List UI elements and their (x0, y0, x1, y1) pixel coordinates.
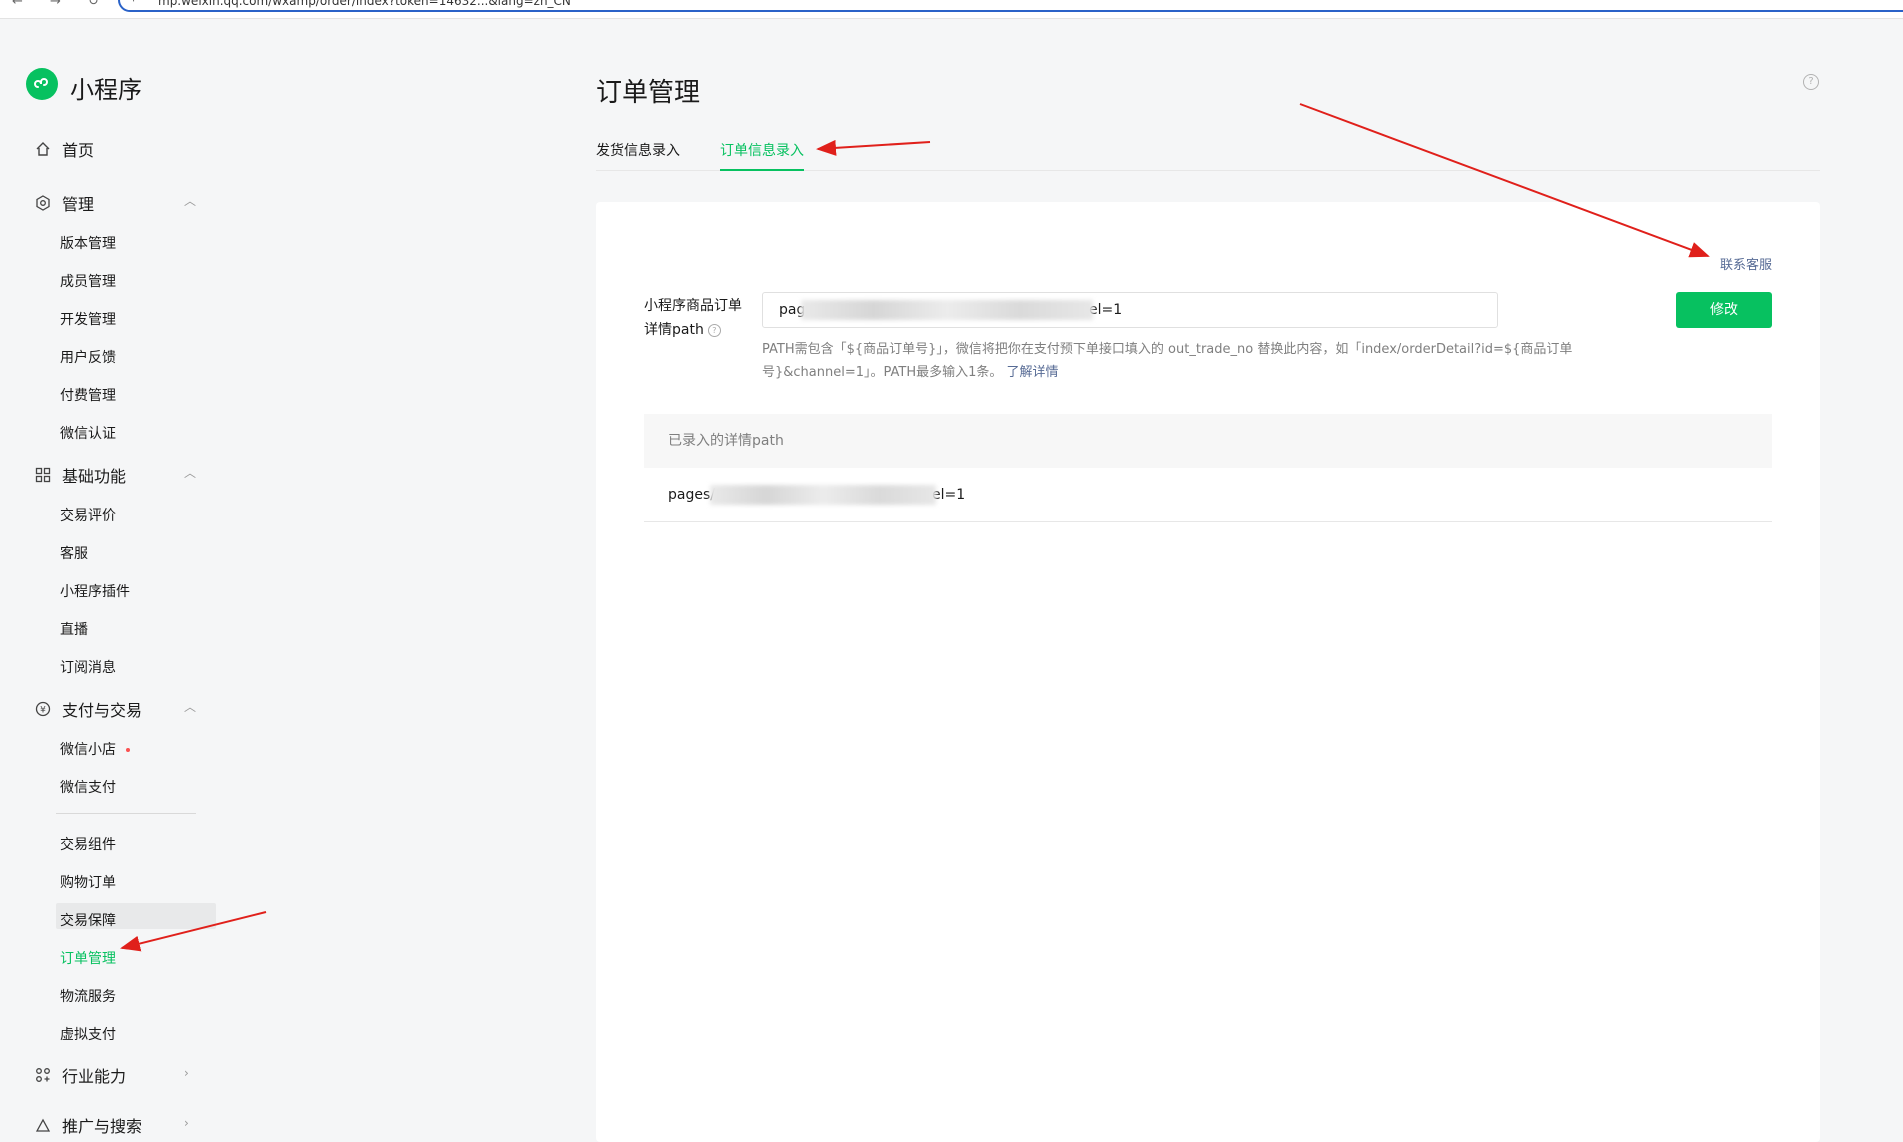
new-dot-badge (126, 748, 130, 752)
forward-icon[interactable]: → (50, 0, 61, 9)
redacted-blur (710, 485, 936, 505)
sidebar-group-label: 支付与交易 (62, 701, 143, 720)
tab-shipping-info[interactable]: 发货信息录入 (596, 140, 680, 169)
path-field-label-text: 小程序商品订单详情path (644, 298, 742, 338)
sidebar-group-basic[interactable]: 基础功能 (34, 463, 126, 487)
address-bar[interactable]: ⚲ mp.weixin.qq.com/wxamp/order/index?tok… (118, 0, 1903, 12)
chevron-right-icon[interactable]: › (184, 1066, 194, 1080)
chevron-up-icon[interactable]: ︿ (184, 464, 196, 480)
grid-icon (34, 466, 52, 484)
sidebar-item-trade-guarantee[interactable]: 交易保障 (60, 910, 116, 930)
sidebar-item-subscribe-msg[interactable]: 订阅消息 (60, 657, 116, 677)
tab-order-info[interactable]: 订单信息录入 (720, 140, 804, 171)
sidebar-group-industry[interactable]: 行业能力 (34, 1063, 126, 1087)
path-field-label: 小程序商品订单详情path? (644, 294, 754, 342)
question-icon[interactable]: ? (707, 323, 721, 337)
industry-icon (34, 1066, 52, 1084)
sidebar-item-wechat-pay[interactable]: 微信支付 (60, 777, 116, 797)
back-icon[interactable]: ← (12, 0, 23, 9)
sidebar-group-promotion[interactable]: 推广与搜索 (34, 1113, 142, 1137)
sidebar-group-label: 基础功能 (62, 467, 127, 486)
content-card: 联系客服 小程序商品订单详情path? pag el=1 修改 PATH需包含「… (596, 202, 1820, 1142)
sidebar-item-home[interactable]: 首页 (34, 137, 94, 161)
sidebar-item-version[interactable]: 版本管理 (60, 233, 116, 253)
sidebar-item-feedback[interactable]: 用户反馈 (60, 347, 116, 367)
sidebar-group-label: 推广与搜索 (62, 1117, 143, 1136)
chevron-right-icon[interactable]: › (184, 1116, 194, 1130)
path-list-header: 已录入的详情path (644, 414, 1772, 468)
path-row-prefix: pages/ (668, 487, 715, 503)
settings-icon (34, 194, 52, 212)
sidebar-group-label: 行业能力 (62, 1067, 127, 1086)
sidebar-item-virtual-pay[interactable]: 虚拟支付 (60, 1024, 116, 1044)
sidebar-item-label: 微信小店 (60, 742, 116, 758)
promotion-icon (34, 1116, 52, 1134)
yuan-icon: ¥ (34, 700, 52, 718)
sidebar-divider (56, 813, 196, 814)
table-row: pages/ el=1 (644, 468, 1772, 522)
sidebar-group-label: 管理 (62, 195, 95, 214)
detail-path-input[interactable]: pag el=1 (762, 292, 1498, 328)
chevron-up-icon[interactable]: ︿ (184, 192, 196, 208)
learn-more-link[interactable]: 了解详情 (1007, 365, 1059, 380)
sidebar-item-logistics[interactable]: 物流服务 (60, 986, 116, 1006)
site-info-icon[interactable]: ⚲ (130, 0, 137, 3)
sidebar-item-reviews[interactable]: 交易评价 (60, 505, 116, 525)
sidebar-group-payment[interactable]: ¥ 支付与交易 (34, 697, 142, 721)
sidebar-group-manage[interactable]: 管理 (34, 191, 94, 215)
miniprogram-logo-icon (26, 68, 58, 100)
sidebar-item-label: 首页 (62, 141, 95, 160)
sidebar-item-order-management[interactable]: 订单管理 (60, 948, 116, 968)
url-text: mp.weixin.qq.com/wxamp/order/index?token… (158, 0, 571, 8)
modify-button[interactable]: 修改 (1676, 292, 1772, 328)
sidebar-item-trade-component[interactable]: 交易组件 (60, 834, 116, 854)
sidebar-item-shopping-orders[interactable]: 购物订单 (60, 872, 116, 892)
sidebar-item-plugins[interactable]: 小程序插件 (60, 581, 130, 601)
sidebar-item-wechat-shop[interactable]: 微信小店 (60, 739, 130, 759)
svg-text:¥: ¥ (40, 706, 46, 716)
contact-support-link[interactable]: 联系客服 (1720, 254, 1772, 273)
browser-toolbar: ← → ↻ ⚲ mp.weixin.qq.com/wxamp/order/ind… (0, 0, 1903, 19)
app-name: 小程序 (70, 76, 142, 104)
reload-icon[interactable]: ↻ (88, 0, 99, 9)
sidebar-item-verification[interactable]: 微信认证 (60, 423, 116, 443)
sidebar-item-dev[interactable]: 开发管理 (60, 309, 116, 329)
tab-bar: 发货信息录入 订单信息录入 (596, 140, 1820, 171)
sidebar-item-live[interactable]: 直播 (60, 619, 88, 639)
path-row-suffix: el=1 (932, 487, 966, 503)
path-hint: PATH需包含「${商品订单号}」，微信将把你在支付预下单接口填入的 out_t… (762, 338, 1642, 384)
sidebar-item-members[interactable]: 成员管理 (60, 271, 116, 291)
page-title: 订单管理 (596, 78, 701, 108)
redacted-blur (801, 300, 1093, 320)
path-input-suffix: el=1 (1089, 302, 1123, 318)
chevron-up-icon[interactable]: ︿ (184, 698, 196, 714)
sidebar-item-customer-service[interactable]: 客服 (60, 543, 88, 563)
sidebar-item-billing[interactable]: 付费管理 (60, 385, 116, 405)
hint-text: PATH需包含「${商品订单号}」，微信将把你在支付预下单接口填入的 out_t… (762, 342, 1573, 380)
help-icon[interactable]: ? (1803, 74, 1819, 90)
home-icon (34, 140, 52, 158)
